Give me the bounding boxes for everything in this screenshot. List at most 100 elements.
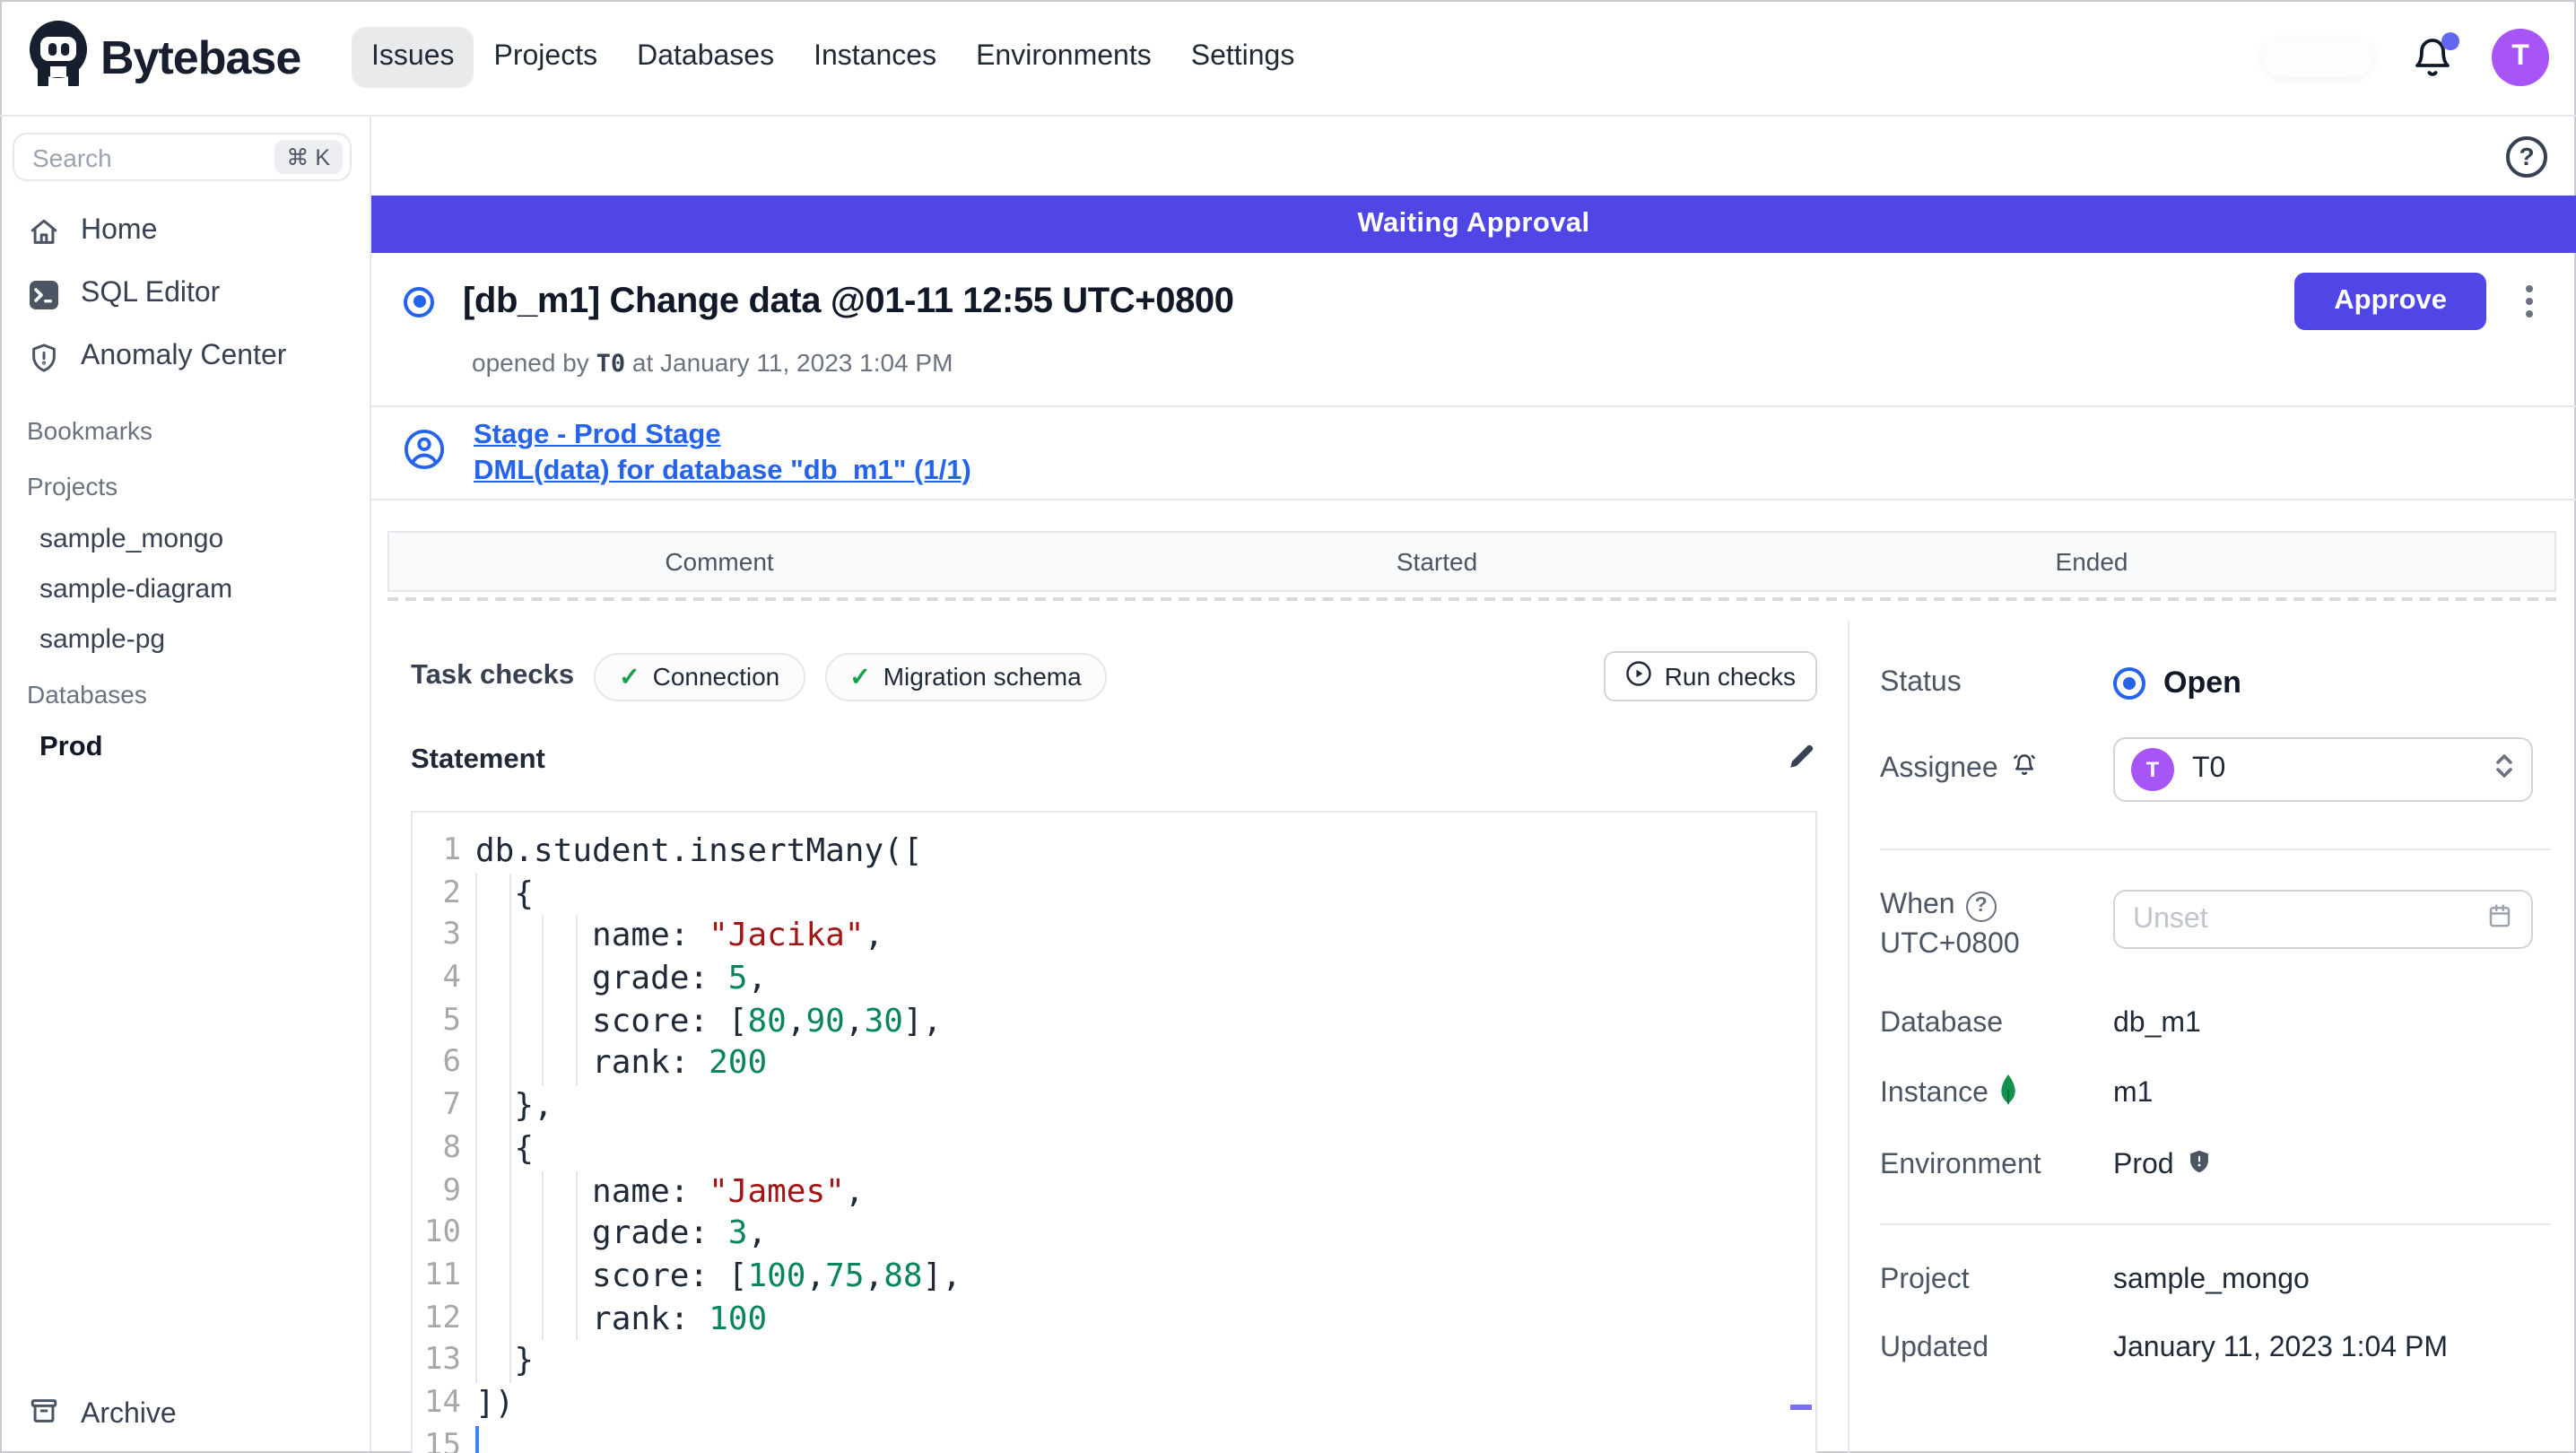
overview-ruler-mark [1790,1405,1812,1410]
statement-code-editor[interactable]: 1 db.student.insertMany([ 2 { 3 name: "Jaci… [411,811,1817,1453]
indent-guide [542,915,544,1086]
search-box[interactable]: ⌘ K [13,133,352,181]
sql-editor-icon [29,279,59,309]
archive-label: Archive [81,1398,177,1429]
select-chevrons-icon [2493,751,2515,788]
code-line: 13 } [424,1342,535,1380]
nav-tab-projects[interactable]: Projects [474,27,618,88]
sidebar-item-label: Anomaly Center [81,341,287,371]
check-chip-migration-schema[interactable]: ✓ Migration schema [824,652,1107,700]
search-shortcut-kbd: ⌘ K [274,140,343,174]
code-line: 1 db.student.insertMany([ [442,832,923,870]
indent-guide [575,1170,577,1341]
approve-button[interactable]: Approve [2294,273,2486,330]
database-value[interactable]: db_m1 [2113,1008,2201,1040]
sidebar-item-sql-editor[interactable]: SQL Editor [0,267,359,321]
left-sidebar: ⌘ K Home [0,117,371,1453]
sidebar-item-home[interactable]: Home [0,204,359,258]
task-link[interactable]: DML(data) for database "db_m1" (1/1) [474,455,971,487]
stage-section: Stage - Prod Stage DML(data) for databas… [371,407,2576,500]
search-input[interactable] [32,143,274,171]
nav-tab-environments[interactable]: Environments [956,27,1171,88]
check-chip-connection[interactable]: ✓ Connection [594,652,805,700]
home-icon [29,216,59,247]
code-line: 4 grade: 5, [442,960,768,998]
project-label: Project [1880,1265,1970,1295]
code-line: 2 { [442,874,535,913]
issue-opened-line: opened by T0 at January 11, 2023 1:04 PM [472,348,953,378]
bytebase-logo[interactable]: Bytebase [0,20,301,95]
code-line: 6 rank: 200 [442,1044,768,1083]
shield-protected-icon [2187,1148,2212,1184]
nav-tab-settings[interactable]: Settings [1171,27,1315,88]
code-line: 10 grade: 3, [424,1214,768,1253]
run-checks-button[interactable]: Run checks [1603,651,1817,701]
nav-tab-instances[interactable]: Instances [794,27,956,88]
shield-alert-icon [29,342,59,372]
code-line: 11 score: [100,75,88], [424,1257,962,1295]
more-options-kebab-icon[interactable] [2519,278,2540,325]
help-circle-icon[interactable]: ? [1965,891,1997,921]
help-icon[interactable]: ? [2506,135,2547,177]
sidebar-menu: Home SQL Editor Anomaly Center [0,204,370,393]
when-datetime-input[interactable]: Unset [2113,890,2533,949]
bell-small-icon [2011,752,2038,787]
assignee-avatar: T [2131,748,2174,791]
section-divider [1880,848,2551,850]
instance-value[interactable]: m1 [2113,1078,2153,1110]
databases-section-header: Databases [27,680,147,709]
nav-tabs: Issues Projects Databases Instances Environm… [352,27,1314,88]
code-line: 15 [424,1427,461,1453]
issue-header: [db_m1] Change data @01-11 12:55 UTC+080… [371,253,2576,407]
check-pass-icon: ✓ [849,661,871,690]
sidebar-project-sample-diagram[interactable]: sample-diagram [0,574,370,606]
topbar-right: T [2262,29,2576,86]
sidebar-project-sample-pg[interactable]: sample-pg [0,624,370,657]
status-value: Open [2113,666,2241,701]
status-banner: Waiting Approval [371,196,2576,253]
editor-cursor [475,1426,479,1453]
environment-label: Environment [1880,1150,2041,1180]
when-label: When ? UTC+0800 [1880,890,2113,961]
check-pass-icon: ✓ [619,661,640,690]
issue-author: T0 [596,350,626,378]
open-status-icon [2113,667,2145,700]
play-circle-icon [1625,660,1652,692]
nav-tab-databases[interactable]: Databases [617,27,794,88]
archive-icon [29,1395,59,1434]
sidebar-database-prod[interactable]: Prod [0,732,370,764]
instance-label: Instance [1880,1075,2113,1114]
calendar-icon [2486,901,2513,937]
projects-section-header: Projects [27,472,118,500]
code-line: 9 name: "James", [442,1172,865,1210]
user-avatar[interactable]: T [2492,29,2549,86]
indent-guide [475,873,477,1384]
bytebase-mascot-icon [27,20,90,95]
nav-tab-issues[interactable]: Issues [352,27,474,88]
assignee-select[interactable]: T T0 [2113,737,2533,802]
sidebar-item-anomaly-center[interactable]: Anomaly Center [0,330,359,384]
indent-guide [575,915,577,1086]
sidebar-item-label: Home [81,215,158,246]
environment-value[interactable]: Prod [2113,1148,2212,1184]
top-navbar: Bytebase Issues Projects Databases Instance… [0,0,2576,117]
edit-statement-pencil-icon[interactable] [1787,741,1817,780]
bookmarks-section-header: Bookmarks [27,416,153,445]
issue-meta-panel: Status Open Assignee T T0 When ? UTC+080… [1849,621,2576,1453]
code-line: 7 }, [442,1087,553,1126]
notifications-bell-icon[interactable] [2413,32,2459,79]
issue-title: [db_m1] Change data @01-11 12:55 UTC+080… [463,281,1234,320]
sidebar-item-archive[interactable]: Archive [0,1378,370,1453]
section-divider [1880,1223,2551,1225]
notification-dot [2441,32,2459,50]
bytebase-window: Bytebase Issues Projects Databases Instance… [0,0,2576,1453]
code-line: 12 rank: 100 [424,1300,768,1338]
stage-user-circle-icon [404,428,445,478]
updated-value: January 11, 2023 1:04 PM [2113,1333,2448,1363]
stage-link[interactable]: Stage - Prod Stage [474,419,971,451]
project-value[interactable]: sample_mongo [2113,1265,2310,1297]
sidebar-project-sample-mongo[interactable]: sample_mongo [0,524,370,556]
when-timezone: UTC+0800 [1880,929,2020,960]
code-line: 3 name: "Jacika", [442,917,884,955]
task-table-header: Comment Started Ended [387,531,2556,592]
